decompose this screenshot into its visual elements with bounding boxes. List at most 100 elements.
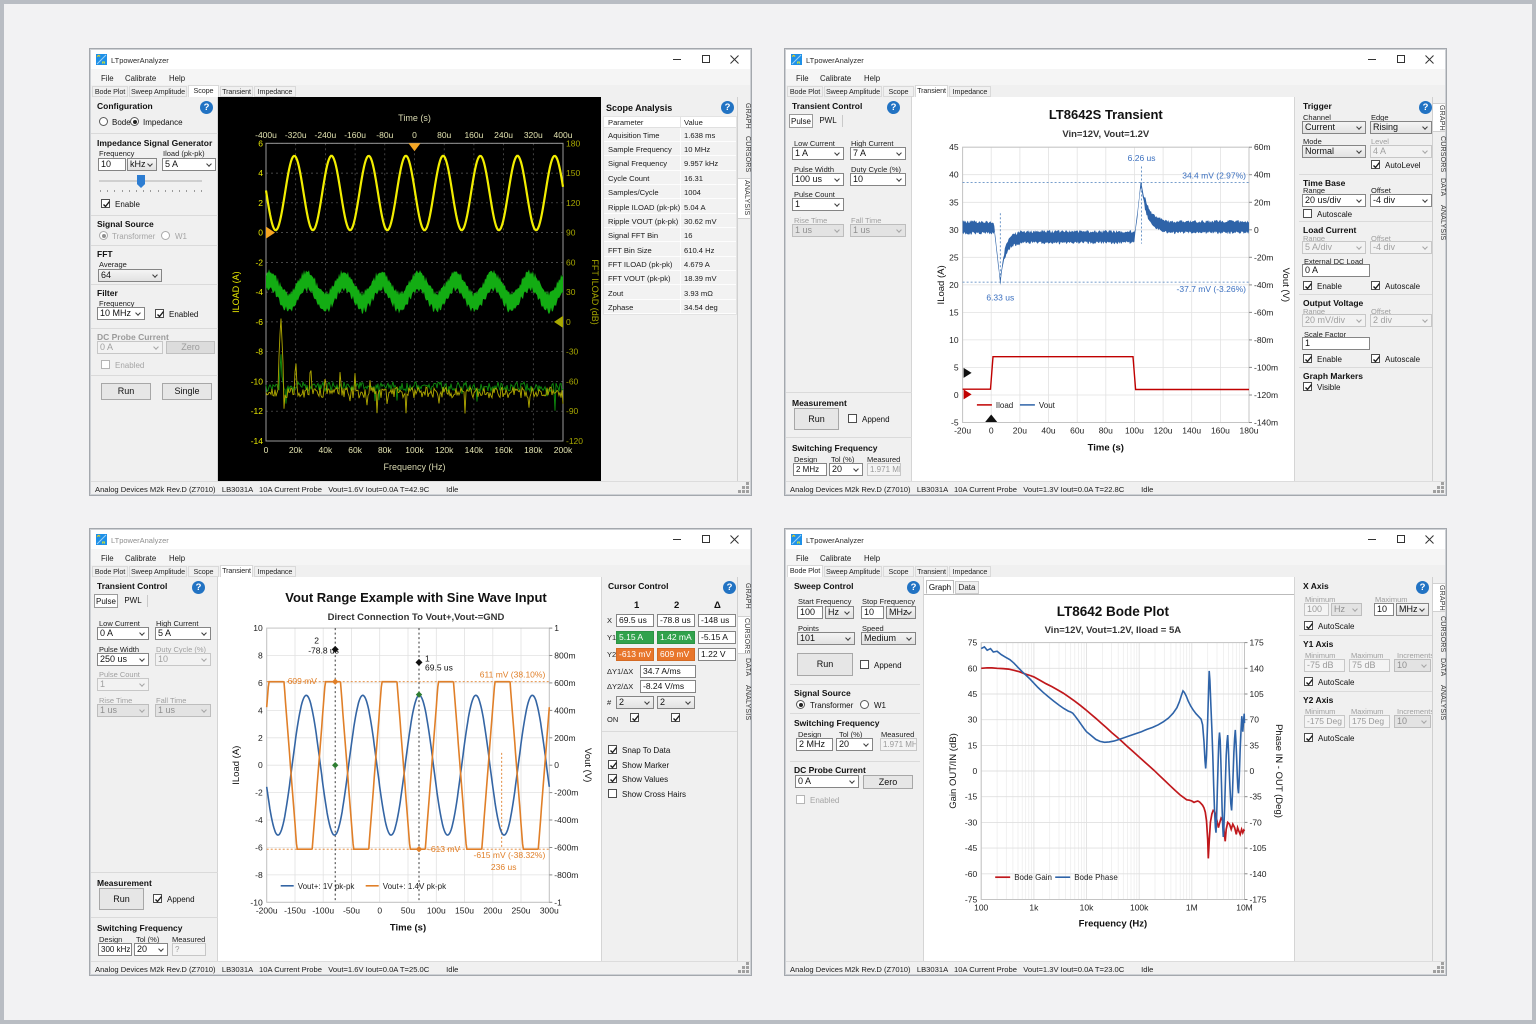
svg-text:-80u: -80u xyxy=(376,130,393,140)
svg-text:20m: 20m xyxy=(1254,197,1271,207)
svg-text:-40m: -40m xyxy=(1254,280,1273,290)
svg-text:Time (s): Time (s) xyxy=(390,922,426,933)
svg-text:-6: -6 xyxy=(255,843,263,853)
svg-text:-615 mV (-38.32%): -615 mV (-38.32%) xyxy=(473,850,545,860)
svg-text:0: 0 xyxy=(377,905,382,915)
svg-text:-5: -5 xyxy=(951,418,959,428)
svg-text:-20m: -20m xyxy=(1254,252,1273,262)
svg-text:200m: 200m xyxy=(554,733,575,743)
svg-text:-100u: -100u xyxy=(312,905,334,915)
svg-text:140k: 140k xyxy=(465,445,484,455)
svg-text:160u: 160u xyxy=(464,130,483,140)
svg-text:Phase IN - OUT (Deg): Phase IN - OUT (Deg) xyxy=(1273,724,1284,818)
svg-text:Vout (V): Vout (V) xyxy=(1280,268,1291,302)
svg-text:1: 1 xyxy=(554,623,559,633)
svg-text:200u: 200u xyxy=(483,905,502,915)
svg-text:-105: -105 xyxy=(1250,843,1267,853)
svg-text:-80m: -80m xyxy=(1254,335,1273,345)
svg-text:2: 2 xyxy=(258,733,263,743)
svg-text:140u: 140u xyxy=(1182,426,1201,436)
svg-text:-60: -60 xyxy=(965,869,978,879)
svg-text:40k: 40k xyxy=(319,445,333,455)
svg-text:75: 75 xyxy=(968,638,978,648)
svg-text:Vin=12V, Vout=1.2V: Vin=12V, Vout=1.2V xyxy=(1062,129,1150,140)
svg-text:150u: 150u xyxy=(455,905,474,915)
svg-text:ILoad (A): ILoad (A) xyxy=(231,746,242,785)
svg-text:40m: 40m xyxy=(1254,170,1271,180)
svg-text:Time (s): Time (s) xyxy=(398,113,431,123)
svg-text:30: 30 xyxy=(968,715,978,725)
svg-text:-8: -8 xyxy=(255,870,263,880)
svg-text:10k: 10k xyxy=(1080,903,1094,913)
svg-text:80u: 80u xyxy=(437,130,451,140)
svg-text:-14: -14 xyxy=(251,436,264,446)
svg-text:20: 20 xyxy=(949,280,959,290)
svg-text:45: 45 xyxy=(968,689,978,699)
svg-text:-800m: -800m xyxy=(554,870,578,880)
svg-text:6: 6 xyxy=(258,678,263,688)
svg-text:LT8642 Bode Plot: LT8642 Bode Plot xyxy=(1057,604,1170,619)
svg-text:0: 0 xyxy=(989,426,994,436)
svg-text:320u: 320u xyxy=(524,130,543,140)
svg-text:10: 10 xyxy=(253,623,263,633)
svg-text:-2: -2 xyxy=(255,788,263,798)
svg-text:60m: 60m xyxy=(1254,142,1271,152)
svg-text:Vout Range Example with Sine W: Vout Range Example with Sine Wave Input xyxy=(285,590,547,605)
svg-text:45: 45 xyxy=(949,142,959,152)
svg-text:105: 105 xyxy=(1250,689,1264,699)
svg-text:40u: 40u xyxy=(1041,426,1055,436)
svg-text:-120m: -120m xyxy=(1254,390,1278,400)
svg-text:-150u: -150u xyxy=(284,905,306,915)
svg-text:400m: 400m xyxy=(554,705,575,715)
svg-text:1k: 1k xyxy=(1029,903,1039,913)
svg-text:-15: -15 xyxy=(965,792,978,802)
svg-text:Bode Gain: Bode Gain xyxy=(1014,873,1052,882)
svg-text:ILOAD (A): ILOAD (A) xyxy=(231,271,241,313)
svg-text:-613 mV: -613 mV xyxy=(428,844,460,854)
svg-text:0: 0 xyxy=(972,766,977,776)
svg-text:40: 40 xyxy=(949,170,959,180)
svg-text:15: 15 xyxy=(949,307,959,317)
svg-text:Vout: Vout xyxy=(1039,401,1056,410)
svg-text:70: 70 xyxy=(1250,715,1260,725)
svg-text:-4: -4 xyxy=(255,815,263,825)
svg-text:Frequency (Hz): Frequency (Hz) xyxy=(1079,919,1148,930)
svg-text:-6: -6 xyxy=(255,317,263,327)
svg-text:100: 100 xyxy=(974,903,988,913)
svg-text:-8: -8 xyxy=(255,347,263,357)
svg-text:180k: 180k xyxy=(524,445,543,455)
svg-text:10M: 10M xyxy=(1236,903,1253,913)
svg-text:0: 0 xyxy=(1254,225,1259,235)
svg-text:0: 0 xyxy=(258,228,263,238)
svg-text:611 mV (38.10%): 611 mV (38.10%) xyxy=(480,670,546,680)
svg-text:Vout+: 1V pk-pk: Vout+: 1V pk-pk xyxy=(298,882,356,891)
svg-text:-100m: -100m xyxy=(1254,362,1278,372)
svg-text:1M: 1M xyxy=(1186,903,1198,913)
svg-text:80u: 80u xyxy=(1099,426,1113,436)
svg-text:-70: -70 xyxy=(1250,817,1263,827)
svg-text:10: 10 xyxy=(949,335,959,345)
svg-text:-37.7 mV (-3.26%): -37.7 mV (-3.26%) xyxy=(1177,284,1247,294)
svg-text:0: 0 xyxy=(954,390,959,400)
svg-text:Bode Phase: Bode Phase xyxy=(1074,873,1118,882)
svg-text:120: 120 xyxy=(566,198,580,208)
svg-text:180: 180 xyxy=(566,138,580,148)
svg-text:236 us: 236 us xyxy=(491,862,517,872)
svg-text:-600m: -600m xyxy=(554,843,578,853)
svg-text:800m: 800m xyxy=(554,651,575,661)
svg-text:175: 175 xyxy=(1250,638,1264,648)
svg-text:100u: 100u xyxy=(427,905,446,915)
svg-text:120u: 120u xyxy=(1154,426,1173,436)
svg-text:50u: 50u xyxy=(401,905,415,915)
svg-text:-12: -12 xyxy=(251,406,264,416)
svg-text:300u: 300u xyxy=(540,905,559,915)
svg-text:Vout (V): Vout (V) xyxy=(582,748,593,782)
svg-text:-320u: -320u xyxy=(285,130,307,140)
svg-text:240u: 240u xyxy=(494,130,513,140)
svg-text:150: 150 xyxy=(566,168,580,178)
svg-text:0: 0 xyxy=(1250,766,1255,776)
svg-text:Vin=12V, Vout=1.2V, Iload = 5A: Vin=12V, Vout=1.2V, Iload = 5A xyxy=(1045,625,1182,636)
svg-text:Direct Connection To Vout+,Vou: Direct Connection To Vout+,Vout-=GND xyxy=(328,612,505,623)
svg-text:120k: 120k xyxy=(435,445,454,455)
svg-text:-60m: -60m xyxy=(1254,307,1273,317)
